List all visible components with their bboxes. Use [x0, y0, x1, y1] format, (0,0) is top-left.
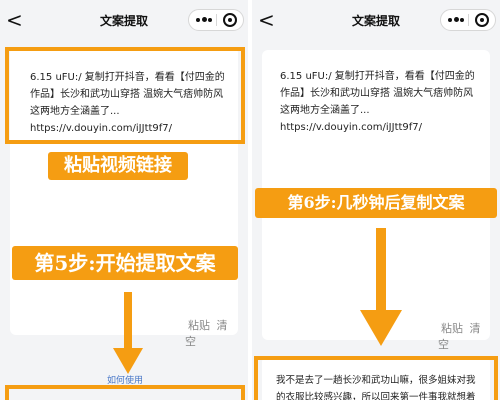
page-title: 文案提取 [99, 14, 148, 28]
annotation-step6: 第6步:几秒钟后复制文案 [255, 188, 497, 218]
back-icon[interactable]: < [258, 9, 276, 31]
nav-bar: < 文案提取 [252, 0, 500, 40]
target-icon[interactable] [475, 13, 489, 27]
down-arrow-icon [360, 228, 402, 346]
target-icon[interactable] [223, 13, 237, 27]
mini-program-capsule [188, 9, 244, 31]
capsule-divider [468, 14, 469, 26]
nav-bar: < 文案提取 [0, 0, 248, 40]
capsule-divider [216, 14, 217, 26]
more-dots-icon[interactable] [448, 15, 464, 25]
back-icon[interactable]: < [6, 9, 24, 31]
page-title: 文案提取 [351, 14, 400, 28]
left-screenshot: < 文案提取 6.15 uFU:/ 复制打开抖音，看看【付四金的作品】长沙和武功… [0, 0, 248, 400]
down-arrow-icon [113, 292, 143, 374]
result-highlight-box [254, 356, 498, 400]
link-highlight-box [5, 47, 245, 144]
card-actions: 粘贴 清空 [185, 317, 238, 349]
annotation-paste-link: 粘贴视频链接 [48, 152, 188, 180]
result-highlight-box [5, 385, 245, 400]
more-dots-icon[interactable] [196, 15, 212, 25]
right-screenshot: < 文案提取 6.15 uFU:/ 复制打开抖音，看看【付四金的作品】长沙和武功… [252, 0, 500, 400]
card-actions: 粘贴 清空 [438, 320, 490, 352]
paste-button[interactable]: 粘贴 [188, 319, 210, 332]
video-link-text[interactable]: 6.15 uFU:/ 复制打开抖音，看看【付四金的作品】长沙和武功山穿搭 温婉大… [280, 68, 480, 136]
paste-button[interactable]: 粘贴 [441, 322, 463, 335]
mini-program-capsule [440, 9, 496, 31]
annotation-step5: 第5步:开始提取文案 [12, 246, 238, 280]
